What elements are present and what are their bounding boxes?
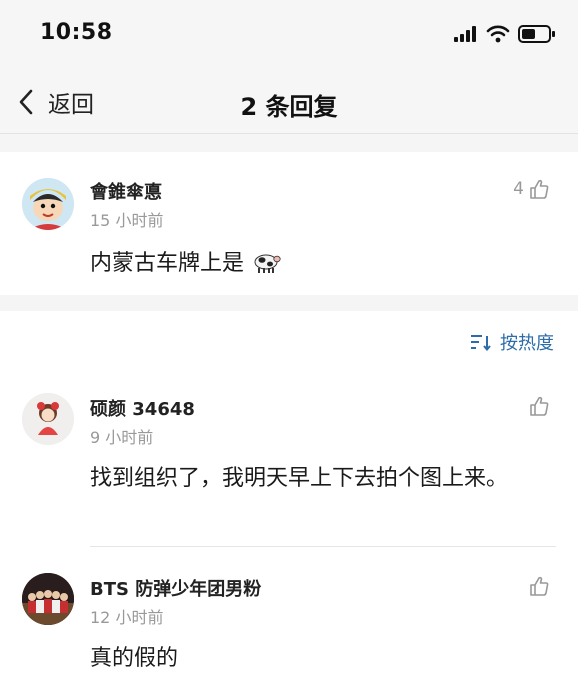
status-time: 10:58 (40, 20, 113, 45)
like-count: 4 (513, 179, 524, 199)
status-icons (454, 24, 556, 44)
avatar[interactable] (22, 573, 74, 625)
cow-emoji-icon (254, 254, 281, 273)
page-title: 2 条回复 (240, 93, 338, 121)
avatar[interactable] (22, 178, 74, 230)
reply-time: 9 小时前 (90, 428, 154, 447)
reply-username[interactable]: 硕颜 34648 (90, 395, 195, 421)
battery-icon (518, 25, 555, 43)
thumbs-up-icon (530, 396, 549, 416)
thumbs-up-icon (530, 179, 549, 199)
sort-button[interactable]: 按热度 (470, 329, 554, 355)
like-button[interactable] (524, 395, 550, 417)
sort-label: 按热度 (500, 333, 554, 354)
sort-icon (471, 335, 491, 351)
comment-username[interactable]: 會錐傘悳 (90, 178, 162, 204)
comment-time: 15 小时前 (90, 211, 164, 230)
status-bar: 10:58 (0, 0, 578, 72)
wifi-icon (486, 25, 510, 43)
reply-content: 找到组织了，我明天早上下去拍个图上来。 (90, 466, 509, 491)
original-comment: 會錐傘悳 15 小时前 内蒙古车牌上是 4 (0, 152, 578, 295)
like-button[interactable] (524, 575, 550, 597)
thumbs-up-icon (530, 576, 549, 596)
cartoon-avatar-image (22, 178, 74, 230)
avatar[interactable] (22, 393, 74, 445)
girl-avatar-image (22, 393, 74, 445)
divider (90, 546, 556, 547)
replies-list: 按热度 硕颜 34648 9 小时前 找到组织了，我明天早上下去拍个图上来。 B… (0, 311, 578, 690)
reply-content: 真的假的 (90, 646, 179, 671)
nav-bar: 返回 2 条回复 (0, 72, 578, 134)
group-photo-avatar-image (22, 573, 74, 625)
reply-time: 12 小时前 (90, 608, 164, 627)
reply-username[interactable]: BTS 防弹少年团男粉 (90, 575, 261, 601)
cellular-signal-icon (454, 26, 476, 42)
comment-text: 内蒙古车牌上是 (90, 251, 245, 276)
comment-content: 内蒙古车牌上是 (90, 244, 530, 284)
like-button[interactable]: 4 (513, 178, 550, 200)
